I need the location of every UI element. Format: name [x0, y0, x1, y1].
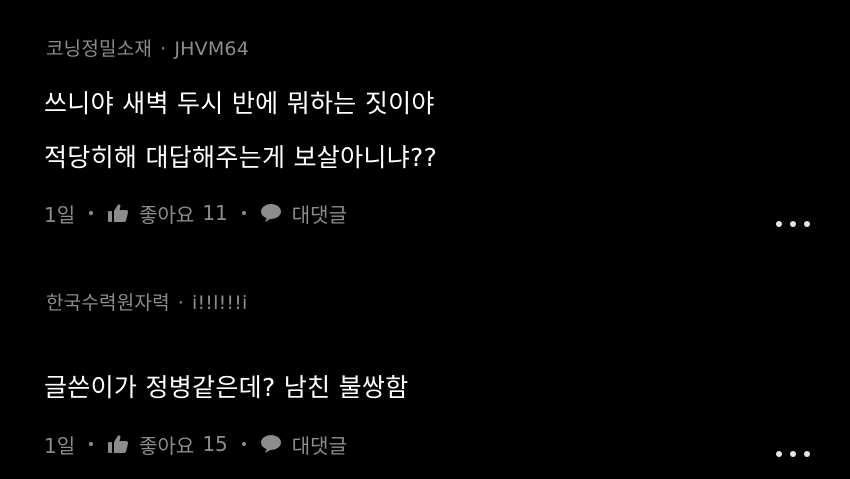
like-count: 11 — [202, 201, 228, 225]
comment-text-line: 글쓴이가 정병같은데? 남친 불쌍함 — [44, 373, 409, 402]
action-separator — [241, 211, 246, 215]
more-dots-icon — [776, 451, 782, 457]
meta-separator: · — [177, 292, 185, 314]
author-nickname[interactable]: 한국수력원자력 — [46, 292, 170, 314]
action-separator — [89, 442, 94, 446]
more-dots-icon — [776, 221, 782, 227]
more-dots-icon — [804, 451, 810, 457]
comment-item: 한국수력원자력 · i!!l!!!i 글쓴이가 정병같은데? 남친 불쌍함 1일 좋… — [0, 272, 850, 479]
action-separator — [89, 211, 94, 215]
like-count: 15 — [202, 432, 228, 456]
speech-bubble-icon[interactable] — [260, 434, 282, 454]
more-options-button[interactable] — [776, 214, 810, 234]
comment-meta: 코닝정밀소재 · JHVM64 — [46, 34, 249, 61]
thumbs-up-icon[interactable] — [107, 203, 129, 223]
more-dots-icon — [804, 221, 810, 227]
comment-text-line: 쓰니야 새벽 두시 반에 뭐하는 짓이야 — [44, 89, 435, 118]
more-options-button[interactable] — [776, 444, 810, 464]
comment-text-line: 적당히해 대답해주는게 보살아니냐?? — [44, 143, 438, 172]
reply-button[interactable]: 대댓글 — [292, 430, 347, 459]
thumbs-up-icon[interactable] — [107, 434, 129, 454]
comment-item: 코닝정밀소재 · JHVM64 쓰니야 새벽 두시 반에 뭐하는 짓이야 적당히해 … — [0, 0, 850, 272]
author-username[interactable]: JHVM64 — [174, 38, 249, 60]
speech-bubble-icon[interactable] — [260, 203, 282, 223]
author-username[interactable]: i!!l!!!i — [192, 292, 248, 314]
action-separator — [241, 442, 246, 446]
more-dots-icon — [790, 221, 796, 227]
comment-time: 1일 — [44, 202, 76, 227]
comment-meta: 한국수력원자력 · i!!l!!!i — [46, 288, 248, 315]
more-dots-icon — [790, 451, 796, 457]
author-nickname[interactable]: 코닝정밀소재 — [46, 38, 152, 60]
like-label[interactable]: 좋아요 — [139, 199, 194, 228]
reply-button[interactable]: 대댓글 — [292, 199, 347, 228]
comment-time: 1일 — [44, 433, 76, 458]
meta-separator: · — [160, 38, 167, 60]
comment-actions: 1일 좋아요 11 대댓글 — [44, 198, 347, 228]
comment-actions: 1일 좋아요 15 대댓글 — [44, 429, 347, 459]
like-label[interactable]: 좋아요 — [139, 430, 194, 459]
